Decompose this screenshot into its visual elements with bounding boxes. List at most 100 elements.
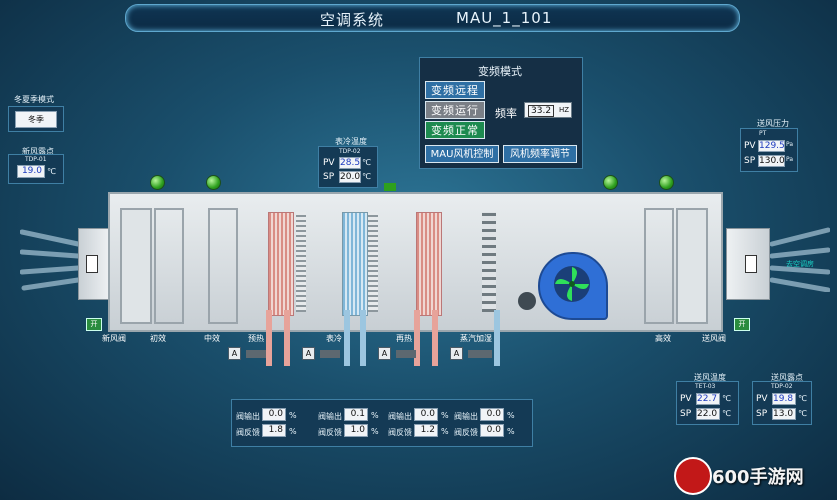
valve2-out-unit: % (371, 411, 379, 420)
outlet-actuator-icon (745, 255, 757, 273)
fan-motor-icon (518, 292, 536, 310)
supply-pressure-panel: PT PV 129.5 Pa SP 130.0 Pa (740, 128, 798, 172)
section-label: 送风阀 (702, 334, 726, 343)
valve1-out: 0.0 (262, 408, 286, 421)
fan-blades-icon (554, 266, 590, 302)
section-label: 中效 (204, 334, 220, 343)
section-label: 新风阀 (102, 334, 126, 343)
outlet-damper (726, 228, 770, 300)
title-bar: 空调系统 MAU_1_101 (125, 4, 740, 32)
fan-freq-adjust-button[interactable]: 风机频率调节 (503, 145, 577, 163)
valve4-out-unit: % (507, 411, 515, 420)
preheat-valve-icon[interactable] (246, 350, 266, 358)
supply-temp-sp[interactable]: 22.0 (696, 408, 720, 420)
section-label: 高效 (655, 334, 671, 343)
fresh-dew-unit: ℃ (47, 167, 56, 176)
medium-filter (208, 208, 238, 324)
supply-pressure-pv-unit: Pa (786, 141, 794, 148)
cooling-fins (368, 212, 378, 312)
steam-pipe (494, 310, 500, 366)
outlet-label: 去空调房 (786, 260, 814, 268)
outlet-airflow-icon (770, 227, 830, 292)
preheat-return-pipe (284, 310, 290, 366)
valve2-fb: 1.0 (344, 424, 368, 437)
section-label: 初效 (150, 334, 166, 343)
reheat-valve-icon[interactable] (396, 350, 416, 358)
vfd-normal-button[interactable]: 变频正常 (425, 121, 485, 139)
hepa-filter (644, 208, 674, 324)
cooling-valve-icon[interactable] (320, 350, 340, 358)
primary-filter (154, 208, 184, 324)
vfd-run-button[interactable]: 变频运行 (425, 101, 485, 119)
fresh-dew-panel: TDP-01 19.0 ℃ (8, 154, 64, 184)
cooling-valve-mode-button[interactable]: A (302, 347, 315, 360)
mau-fan-control-button[interactable]: MAU风机控制 (425, 145, 499, 163)
valve2-fb-label: 阀反馈 (318, 428, 342, 437)
supply-temp-tag: TET-03 (695, 383, 716, 390)
humidifier (482, 212, 496, 312)
supply-dew-pv-unit: ℃ (798, 394, 807, 403)
season-button[interactable]: 冬季 (15, 111, 57, 128)
valve-data-panel: 阀输出 0.0 % 阀反馈 1.8 % 阀输出 0.1 % 阀反馈 1.0 % … (231, 399, 533, 447)
supply-pressure-sp-unit: Pa (786, 156, 794, 163)
supply-fan[interactable] (538, 252, 608, 320)
supply-temp-pv: 22.7 (696, 393, 720, 405)
valve2-out: 0.1 (344, 408, 368, 421)
reheat-return-pipe (432, 310, 438, 366)
inlet-open-indicator: 开 (86, 318, 102, 331)
supply-pressure-sp-label: SP (744, 156, 756, 166)
hepa-status-lamp-1 (603, 175, 618, 190)
surface-cool-pv-unit: ℃ (362, 158, 371, 167)
cooling-return-pipe (360, 310, 366, 366)
valve4-fb-label: 阀反馈 (454, 428, 478, 437)
cooling-coil (342, 212, 368, 316)
surface-cool-sp-label: SP (323, 172, 335, 182)
primary-filter-status-lamp (150, 175, 165, 190)
reheat-valve-mode-button[interactable]: A (378, 347, 391, 360)
supply-section (676, 208, 708, 324)
valve2-out-label: 阀输出 (318, 412, 342, 421)
vfd-panel: 变频模式 变频远程 变频运行 变频正常 频率 33.2 HZ MAU风机控制 风… (419, 57, 583, 169)
valve1-out-label: 阀输出 (236, 412, 260, 421)
section-label: 蒸汽加湿 (460, 334, 492, 343)
watermark-text: 600手游网 (712, 467, 804, 488)
valve3-out: 0.0 (414, 408, 438, 421)
supply-temp-sp-unit: ℃ (722, 409, 731, 418)
supply-dew-sp-unit: ℃ (798, 409, 807, 418)
surface-cool-tag: TDP-02 (339, 148, 361, 155)
valve1-fb-label: 阀反馈 (236, 428, 260, 437)
supply-dew-sp[interactable]: 13.0 (772, 408, 796, 420)
preheat-valve-mode-button[interactable]: A (228, 347, 241, 360)
supply-pressure-pv: 129.5 (758, 140, 785, 152)
supply-pressure-pv-label: PV (744, 141, 756, 151)
steam-valve-icon[interactable] (468, 350, 492, 358)
inlet-actuator-icon (86, 255, 98, 273)
valve3-out-label: 阀输出 (388, 412, 412, 421)
vfd-remote-button[interactable]: 变频远程 (425, 81, 485, 99)
preheat-supply-pipe (266, 310, 272, 366)
valve2-fb-unit: % (371, 427, 379, 436)
valve4-out-label: 阀输出 (454, 412, 478, 421)
preheat-coil (268, 212, 294, 316)
fresh-dew-value: 19.0 (17, 165, 45, 178)
steam-valve-mode-button[interactable]: A (450, 347, 463, 360)
valve3-fb-label: 阀反馈 (388, 428, 412, 437)
valve4-fb-unit: % (507, 427, 515, 436)
supply-pressure-tag: PT (759, 130, 767, 137)
supply-temp-panel: TET-03 PV 22.7 ℃ SP 22.0 ℃ (676, 381, 739, 425)
system-title: 空调系统 (320, 11, 385, 29)
surface-cool-sp-unit: ℃ (362, 172, 371, 181)
freq-label: 频率 (495, 107, 517, 120)
valve4-fb: 0.0 (480, 424, 504, 437)
freq-value[interactable]: 33.2 (528, 105, 555, 117)
supply-temp-pv-label: PV (680, 394, 692, 404)
freq-box: 33.2 HZ (524, 102, 572, 118)
supply-pressure-sp[interactable]: 130.0 (758, 155, 785, 167)
medium-filter-status-lamp (206, 175, 221, 190)
supply-dew-sp-label: SP (756, 409, 768, 419)
outlet-open-indicator: 开 (734, 318, 750, 331)
unit-title: MAU_1_101 (456, 9, 553, 27)
section-label: 预热 (248, 334, 264, 343)
section-label: 表冷 (326, 334, 342, 343)
surface-cool-sp[interactable]: 20.0 (339, 171, 361, 183)
